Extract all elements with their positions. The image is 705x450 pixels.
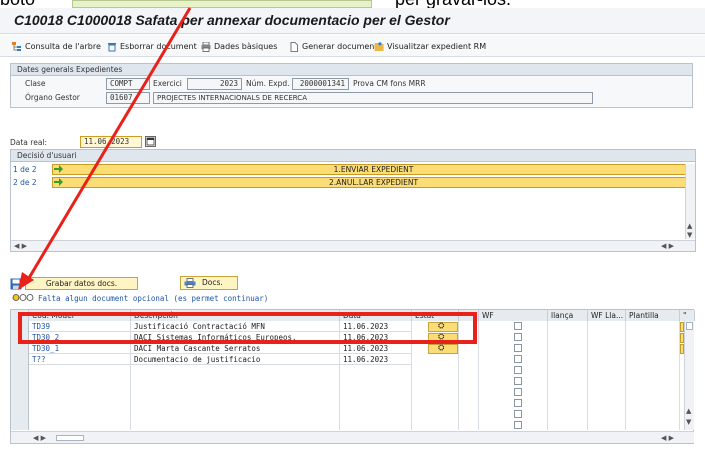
annotation-overlay <box>18 7 477 344</box>
annotation-arrow <box>24 7 192 284</box>
annotation-highlight-box <box>18 312 477 344</box>
